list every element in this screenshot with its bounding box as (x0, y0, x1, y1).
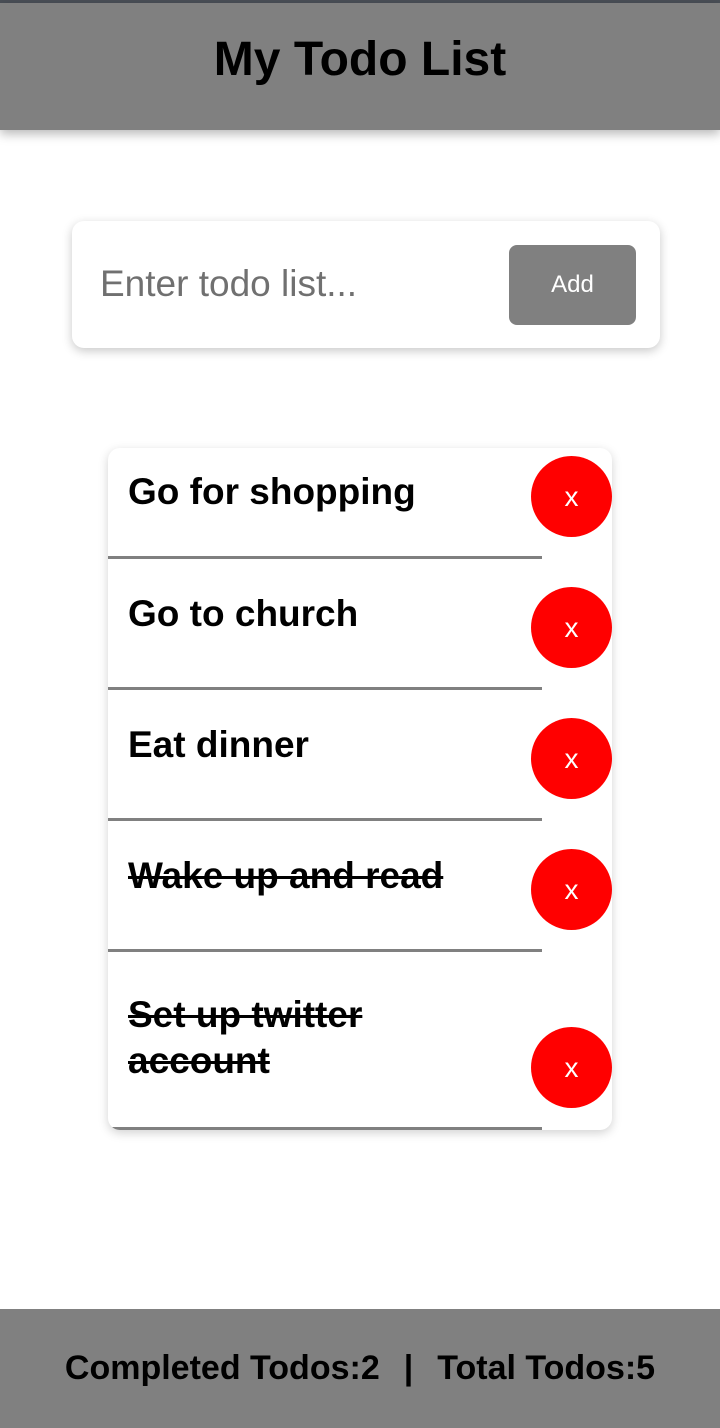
todo-text[interactable]: Set up twitter account (128, 992, 448, 1084)
delete-button[interactable]: x (531, 456, 612, 537)
todo-text[interactable]: Go for shopping (128, 469, 448, 515)
todo-summary: Completed Todos:2 | Total Todos:5 (0, 1309, 720, 1428)
list-item: Eat dinner x (108, 690, 612, 821)
list-item: Set up twitter account x (108, 952, 612, 1130)
total-count: Total Todos:5 (437, 1349, 656, 1387)
delete-button[interactable]: x (531, 587, 612, 668)
todo-app: My Todo List Add Go for shopping x Go to… (0, 0, 720, 1428)
todo-text[interactable]: Eat dinner (128, 722, 448, 768)
list-item: Wake up and read x (108, 821, 612, 952)
todo-list: Go for shopping x Go to church x Eat din… (108, 448, 612, 1130)
page-title: My Todo List (213, 33, 507, 86)
add-button[interactable]: Add (509, 245, 636, 325)
delete-button[interactable]: x (531, 1027, 612, 1108)
add-todo-form: Add (72, 221, 660, 348)
list-item: Go for shopping x (108, 448, 612, 559)
separator: | (403, 1349, 414, 1387)
delete-button[interactable]: x (531, 718, 612, 799)
list-item: Go to church x (108, 559, 612, 690)
todo-input[interactable] (100, 251, 480, 317)
todo-text[interactable]: Go to church (128, 591, 448, 637)
todo-text[interactable]: Wake up and read (128, 853, 448, 899)
delete-button[interactable]: x (531, 849, 612, 930)
completed-count: Completed Todos:2 (64, 1349, 380, 1387)
divider (108, 1127, 542, 1130)
app-header: My Todo List (0, 3, 720, 130)
